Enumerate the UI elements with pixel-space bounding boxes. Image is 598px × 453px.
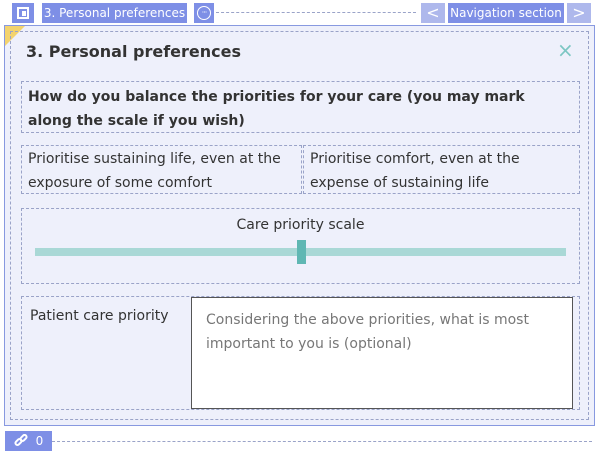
care-priority-input[interactable]: Considering the above priorities, what i… [191, 297, 573, 409]
toolbar-divider [216, 12, 416, 13]
care-priority-row: Patient care priority Considering the ab… [21, 296, 580, 410]
navigation-section-label: Navigation section [450, 6, 562, 20]
section-name-button[interactable]: 3. Personal preferences [42, 3, 187, 23]
care-priority-label: Patient care priority [30, 308, 169, 324]
section-toggle-button[interactable] [12, 3, 34, 23]
top-toolbar: 3. Personal preferences ··· < Navigation… [0, 0, 598, 26]
close-icon[interactable]: × [557, 38, 574, 62]
preferences-panel: 3. Personal preferences × How do you bal… [4, 25, 595, 426]
scale-label: Care priority scale [236, 217, 365, 233]
bottom-divider [52, 441, 592, 442]
prev-section-button[interactable]: < [421, 3, 445, 23]
care-priority-scale: Care priority scale [21, 208, 580, 284]
option-sustain-life: Prioritise sustaining life, even at the … [21, 145, 302, 194]
panel-icon [17, 7, 29, 19]
navigation-section-button[interactable]: Navigation section [448, 3, 564, 23]
scale-slider-thumb[interactable] [296, 240, 306, 264]
section-name-label: 3. Personal preferences [43, 6, 186, 20]
option-comfort: Prioritise comfort, even at the expense … [303, 145, 580, 194]
link-count: 0 [35, 434, 44, 448]
question-text: How do you balance the priorities for yo… [21, 81, 580, 133]
links-button[interactable]: 0 [5, 431, 52, 451]
link-icon [14, 434, 28, 447]
more-options-button[interactable]: ··· [194, 3, 214, 23]
chevron-right-icon: > [572, 3, 586, 22]
next-section-button[interactable]: > [567, 3, 591, 23]
panel-title: 3. Personal preferences [26, 42, 242, 61]
ellipsis-icon: ··· [197, 6, 211, 20]
chevron-left-icon: < [426, 3, 440, 22]
